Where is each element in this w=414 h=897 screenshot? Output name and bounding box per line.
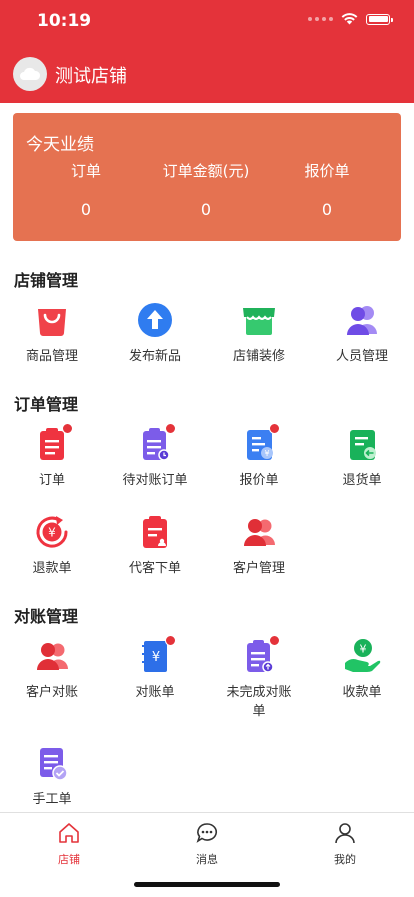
store-name[interactable]: 测试店铺 <box>55 62 127 88</box>
grid-item-refunds[interactable]: ¥ 退款单 <box>0 512 104 578</box>
svg-text:¥: ¥ <box>48 526 56 540</box>
home-icon <box>59 823 79 843</box>
upload-arrow-icon <box>138 303 172 337</box>
grid-item-label: 人员管理 <box>335 349 388 364</box>
performance-value: 0 <box>200 200 212 219</box>
section-title-reconcile: 对账管理 <box>14 607 79 626</box>
grid-item-label: 店铺装修 <box>232 349 285 364</box>
performance-label: 订单金额(元) <box>162 162 250 180</box>
grid-item-label: 退货单 <box>342 473 382 488</box>
grid-item-label: 客户管理 <box>232 561 285 576</box>
performance-label: 报价单 <box>304 162 350 180</box>
performance-amount[interactable]: 订单金额(元) 0 <box>141 160 271 219</box>
grid-item-label: 发布新品 <box>128 349 181 364</box>
proxy-order-icon <box>143 516 167 548</box>
home-indicator <box>134 882 280 887</box>
performance-orders[interactable]: 订单 0 <box>21 160 151 219</box>
notification-badge <box>62 423 73 434</box>
user-icon <box>335 823 355 844</box>
notification-badge <box>269 423 280 434</box>
cloud-icon <box>20 67 41 80</box>
notification-badge <box>165 423 176 434</box>
grid-item-label: 客户对账 <box>25 685 78 700</box>
receipt-icon: ¥ <box>345 639 381 672</box>
customer-reconcile-icon <box>37 643 68 670</box>
section-title-order: 订单管理 <box>14 395 79 414</box>
tab-store[interactable]: 店铺 <box>0 821 138 867</box>
grid-item-unfinished-statements[interactable]: 未完成对账单 <box>207 635 311 721</box>
grid-item-orders[interactable]: 订单 <box>0 423 104 490</box>
status-time: 10:19 <box>37 11 92 31</box>
svg-text:¥: ¥ <box>360 643 367 656</box>
grid-item-manual-doc[interactable]: 手工单 <box>0 743 104 809</box>
tab-label: 店铺 <box>58 853 80 866</box>
section-title-store: 店铺管理 <box>14 271 79 290</box>
grid-item-label: 退款单 <box>32 561 72 576</box>
shopping-bag-icon <box>38 309 66 336</box>
grid-item-label: 收款单 <box>342 685 382 700</box>
grid-item-label: 未完成对账单 <box>226 685 292 719</box>
customers-icon <box>244 519 275 546</box>
grid-item-store-decoration[interactable]: 店铺装修 <box>207 300 311 366</box>
wifi-icon <box>341 13 358 25</box>
notification-badge <box>165 635 176 646</box>
grid-item-label: 订单 <box>38 473 65 488</box>
grid-item-label: 对账单 <box>135 685 175 700</box>
grid-item-publish-new[interactable]: 发布新品 <box>103 300 207 366</box>
people-icon <box>347 306 377 335</box>
grid-item-statements[interactable]: ¥ 对账单 <box>103 635 207 702</box>
grid-item-pending-reconcile[interactable]: 待对账订单 <box>103 423 207 490</box>
notification-badge <box>269 635 280 646</box>
grid-item-receipts[interactable]: ¥ 收款单 <box>310 636 414 702</box>
app-header: 10:19 测试店铺 <box>0 0 414 103</box>
performance-quotes[interactable]: 报价单 0 <box>262 160 392 219</box>
grid-item-customer-reconcile[interactable]: 客户对账 <box>0 636 104 702</box>
storefront-icon <box>243 308 275 335</box>
grid-item-proxy-order[interactable]: 代客下单 <box>103 512 207 578</box>
grid-item-quotes[interactable]: ¥ 报价单 <box>207 423 311 490</box>
performance-value: 0 <box>80 200 92 219</box>
chat-icon <box>196 823 218 843</box>
grid-item-staff-management[interactable]: 人员管理 <box>310 300 414 366</box>
manual-doc-icon <box>40 748 68 781</box>
grid-item-customer-management[interactable]: 客户管理 <box>207 512 311 578</box>
grid-item-label: 手工单 <box>32 792 72 807</box>
battery-icon <box>366 13 393 25</box>
performance-title: 今天业绩 <box>26 135 94 155</box>
svg-text:¥: ¥ <box>264 449 269 458</box>
grid-item-label: 待对账订单 <box>122 473 188 488</box>
grid-item-label: 商品管理 <box>25 349 78 364</box>
store-avatar[interactable] <box>13 57 47 91</box>
tab-mine[interactable]: 我的 <box>276 821 414 867</box>
signal-icon <box>308 17 333 21</box>
performance-value: 0 <box>321 200 333 219</box>
performance-label: 订单 <box>70 162 101 180</box>
grid-item-label: 代客下单 <box>128 561 181 576</box>
grid-item-product-management[interactable]: 商品管理 <box>0 300 104 366</box>
return-doc-icon <box>350 430 376 460</box>
status-icons <box>308 13 393 25</box>
today-performance-card: 今天业绩 订单 0 订单金额(元) 0 报价单 0 <box>13 113 401 241</box>
refund-icon: ¥ <box>36 516 68 548</box>
tab-messages[interactable]: 消息 <box>138 821 276 867</box>
grid-item-returns[interactable]: 退货单 <box>310 424 414 490</box>
svg-text:¥: ¥ <box>152 650 160 665</box>
tab-label: 我的 <box>334 853 356 866</box>
tab-label: 消息 <box>196 853 218 866</box>
grid-item-label: 报价单 <box>239 473 279 488</box>
